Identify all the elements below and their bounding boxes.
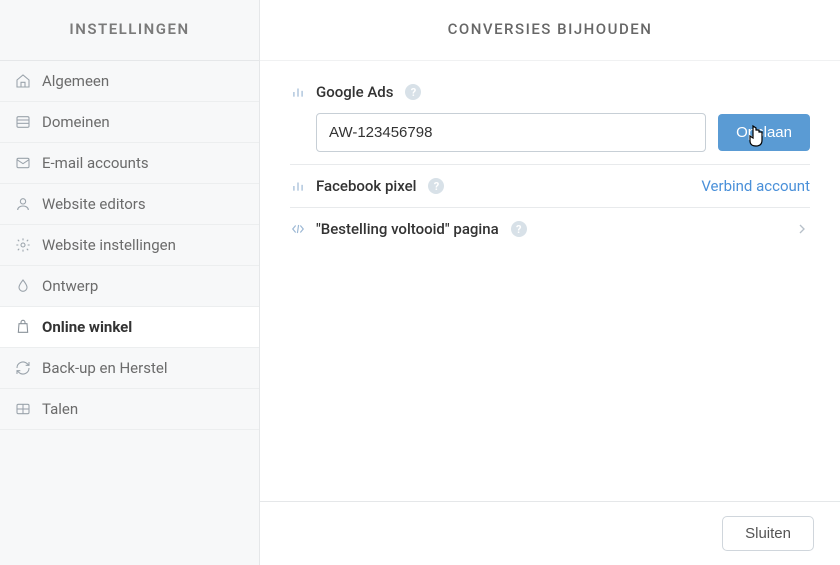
sidebar-item-label: Domeinen — [42, 113, 110, 131]
main-title: CONVERSIES BIJHOUDEN — [260, 0, 840, 61]
section-facebook-pixel[interactable]: Facebook pixel ? Verbind account — [290, 165, 810, 208]
section-google-ads: Google Ads ? Opslaan — [290, 79, 810, 165]
footer: Sluiten — [260, 501, 840, 565]
sidebar-item-label: Online winkel — [42, 318, 132, 336]
list-icon — [14, 113, 32, 131]
gear-icon — [14, 236, 32, 254]
sidebar-item-domeinen[interactable]: Domeinen — [0, 102, 259, 143]
sidebar-item-ontwerp[interactable]: Ontwerp — [0, 266, 259, 307]
sidebar-item-label: Website instellingen — [42, 236, 176, 254]
close-button[interactable]: Sluiten — [722, 516, 814, 551]
sidebar-item-label: Website editors — [42, 195, 146, 213]
help-icon[interactable]: ? — [511, 221, 527, 237]
sidebar-item-backup[interactable]: Back-up en Herstel — [0, 348, 259, 389]
google-ads-label: Google Ads — [316, 83, 393, 101]
droplet-icon — [14, 277, 32, 295]
section-header-google-ads: Google Ads ? — [290, 83, 810, 101]
chevron-right-icon — [794, 221, 810, 237]
save-button[interactable]: Opslaan — [718, 114, 810, 151]
section-header-facebook: Facebook pixel ? — [290, 177, 444, 195]
sidebar-item-label: E-mail accounts — [42, 154, 149, 172]
google-ads-input[interactable] — [316, 113, 706, 152]
sidebar-item-label: Ontwerp — [42, 277, 98, 295]
refresh-icon — [14, 359, 32, 377]
sidebar-item-label: Talen — [42, 400, 78, 418]
bar-chart-icon — [290, 84, 306, 100]
main-content: Google Ads ? Opslaan Facebook pixel ? Ve… — [260, 61, 840, 565]
mail-icon — [14, 154, 32, 172]
bar-chart-icon — [290, 178, 306, 194]
main-panel: CONVERSIES BIJHOUDEN Google Ads ? Opslaa… — [260, 0, 840, 565]
help-icon[interactable]: ? — [428, 178, 444, 194]
sidebar-item-label: Back-up en Herstel — [42, 359, 167, 377]
home-icon — [14, 72, 32, 90]
sidebar-item-website-settings[interactable]: Website instellingen — [0, 225, 259, 266]
sidebar: INSTELLINGEN Algemeen Domeinen E-mail ac… — [0, 0, 260, 565]
facebook-pixel-label: Facebook pixel — [316, 177, 416, 195]
sidebar-list: Algemeen Domeinen E-mail accounts Websit… — [0, 61, 259, 430]
sidebar-item-talen[interactable]: Talen — [0, 389, 259, 430]
sidebar-item-online-winkel[interactable]: Online winkel — [0, 307, 259, 348]
code-icon — [290, 221, 306, 237]
section-header-order-completed: "Bestelling voltooid" pagina ? — [290, 220, 527, 238]
sidebar-item-algemeen[interactable]: Algemeen — [0, 61, 259, 102]
sidebar-item-email[interactable]: E-mail accounts — [0, 143, 259, 184]
user-icon — [14, 195, 32, 213]
sidebar-item-editors[interactable]: Website editors — [0, 184, 259, 225]
sidebar-item-label: Algemeen — [42, 72, 109, 90]
bag-icon — [14, 318, 32, 336]
sidebar-title: INSTELLINGEN — [0, 0, 259, 61]
order-completed-label: "Bestelling voltooid" pagina — [316, 220, 499, 238]
app-container: INSTELLINGEN Algemeen Domeinen E-mail ac… — [0, 0, 840, 565]
language-icon — [14, 400, 32, 418]
connect-account-link[interactable]: Verbind account — [701, 177, 810, 195]
google-ads-input-row: Opslaan — [290, 113, 810, 152]
section-order-completed[interactable]: "Bestelling voltooid" pagina ? — [290, 208, 810, 250]
help-icon[interactable]: ? — [405, 84, 421, 100]
